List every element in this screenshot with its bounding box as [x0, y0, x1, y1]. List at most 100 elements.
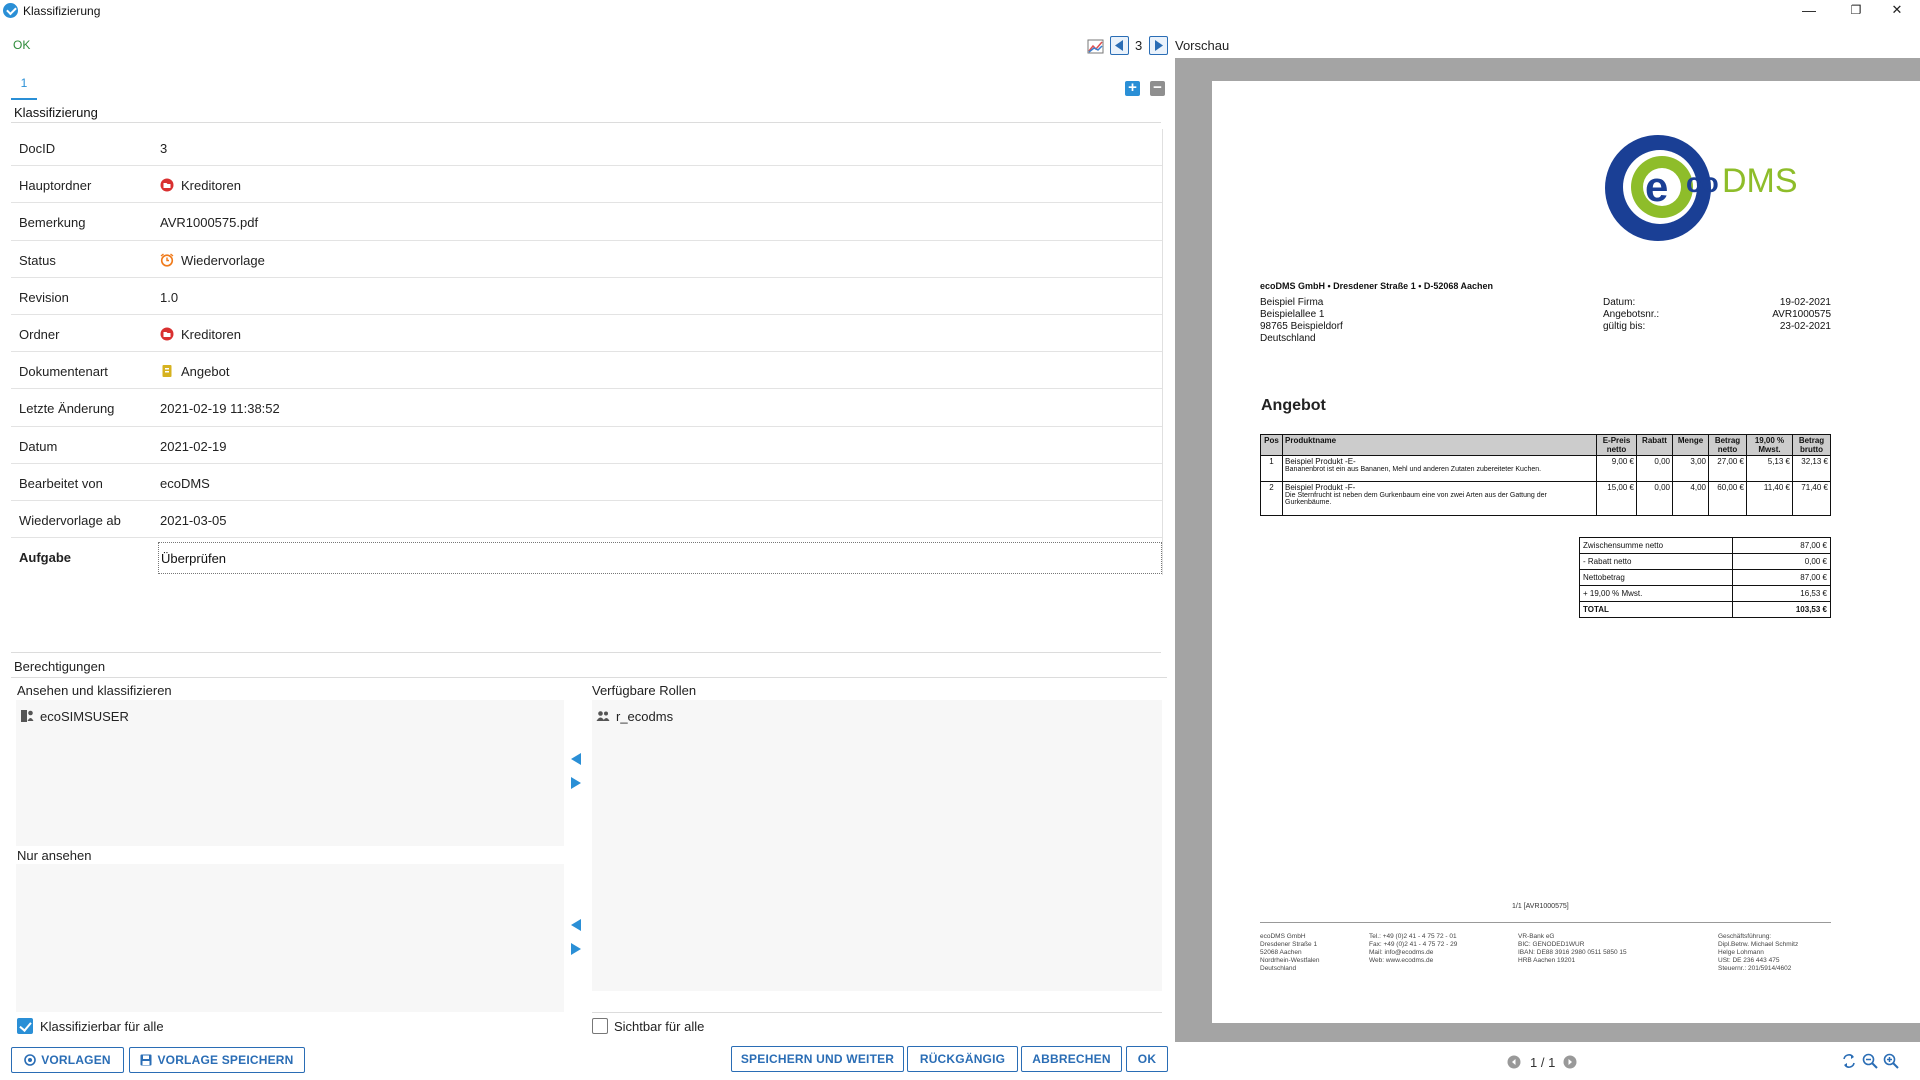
- field-label: Letzte Änderung: [19, 401, 115, 417]
- field-value[interactable]: 2021-02-19: [160, 439, 227, 454]
- footer-column: VR-Bank eG BIC: GENODED1WUR IBAN: DE88 3…: [1518, 933, 1627, 965]
- field-value-container[interactable]: Kreditoren: [160, 178, 241, 193]
- visible-all-label: Sichtbar für alle: [614, 1019, 705, 1034]
- document-heading: Angebot: [1261, 397, 1326, 414]
- footer-line: Web: www.ecodms.de: [1369, 957, 1434, 964]
- next-page-icon[interactable]: [1563, 1055, 1577, 1069]
- svg-text:e: e: [1645, 163, 1668, 210]
- meta-value: 19-02-2021: [1779, 297, 1831, 308]
- footer-divider: [1260, 922, 1831, 923]
- cell: 4,00: [1672, 481, 1709, 516]
- templates-button[interactable]: VORLAGEN: [11, 1047, 124, 1073]
- column-header: Betrag netto: [1708, 434, 1747, 456]
- field-label: Status: [19, 252, 56, 268]
- summary-key: TOTAL: [1579, 601, 1733, 618]
- chart-icon[interactable]: [1087, 38, 1104, 55]
- title-bar: Klassifizierung — ❐ ✕: [0, 0, 1920, 22]
- field-label: Bearbeitet von: [19, 475, 103, 491]
- previous-page-icon[interactable]: [1507, 1055, 1521, 1069]
- meta-key: Datum:: [1603, 297, 1636, 308]
- field-value[interactable]: 3: [160, 141, 167, 156]
- items-table: Pos Produktname E-Preis netto Rabatt Men…: [1260, 434, 1831, 516]
- field-value[interactable]: 2021-02-19 11:38:52: [160, 401, 280, 416]
- move-left-arrow-icon[interactable]: [570, 752, 582, 766]
- available-roles-list[interactable]: [592, 700, 1162, 991]
- product-name: Beispiel Produkt -E-: [1285, 457, 1356, 466]
- save-and-next-button[interactable]: SPEICHERN UND WEITER: [731, 1046, 904, 1072]
- footer-column: Geschäftsführung: Dipl.Betrw. Michael Sc…: [1718, 933, 1798, 973]
- save-template-button[interactable]: VORLAGE SPEICHERN: [129, 1047, 305, 1073]
- save-icon: [140, 1054, 152, 1066]
- next-document-button[interactable]: [1149, 36, 1168, 55]
- field-value[interactable]: 2021-03-05: [160, 513, 227, 528]
- footer-line: Dipl.Betrw. Michael Schmitz: [1718, 941, 1799, 948]
- cell: Beispiel Produkt -F- Die Sternfrucht ist …: [1282, 481, 1597, 516]
- document-number: 3: [1135, 38, 1143, 53]
- field-value-container[interactable]: Kreditoren: [160, 327, 241, 342]
- arrow-left-icon: [1115, 40, 1123, 51]
- task-input[interactable]: [158, 542, 1162, 575]
- field-row-bearbeitet-von: Bearbeitet von ecoDMS: [11, 464, 1163, 501]
- footer-line: Deutschland: [1260, 965, 1297, 972]
- cell: 3,00: [1672, 455, 1709, 482]
- list-item-label: r_ecodms: [616, 709, 674, 724]
- expand-all-icon[interactable]: +: [1125, 80, 1140, 96]
- zoom-out-icon[interactable]: [1862, 1053, 1878, 1069]
- list-item[interactable]: r_ecodms: [596, 709, 673, 724]
- field-value[interactable]: AVR1000575.pdf: [160, 215, 258, 230]
- folder-red-icon: [160, 178, 174, 192]
- summary-key: - Rabatt netto: [1579, 553, 1733, 570]
- zoom-in-icon[interactable]: [1883, 1053, 1899, 1069]
- field-value-container[interactable]: Wiedervorlage: [160, 253, 265, 268]
- field-row-dokumentenart: Dokumentenart Angebot: [11, 352, 1163, 390]
- fit-page-icon[interactable]: [1841, 1053, 1857, 1069]
- users-icon: [596, 711, 610, 721]
- close-button[interactable]: ✕: [1874, 0, 1920, 22]
- footer-line: HRB Aachen 19201: [1518, 957, 1576, 964]
- field-label: Datum: [19, 438, 58, 454]
- summary-key: + 19,00 % Mwst.: [1579, 585, 1733, 602]
- field-value-container[interactable]: Angebot: [160, 364, 229, 379]
- restore-button[interactable]: ❐: [1833, 0, 1879, 22]
- move-right-arrow-icon[interactable]: [570, 942, 582, 956]
- cancel-button[interactable]: ABBRECHEN: [1021, 1046, 1122, 1072]
- product-desc: Bananenbrot ist ein aus Bananen, Mehl un…: [1285, 466, 1542, 473]
- field-value[interactable]: ecoDMS: [160, 476, 210, 491]
- summary-row: TOTAL 103,53 €: [1579, 601, 1831, 618]
- list-item[interactable]: ecoSIMSUSER: [20, 709, 129, 724]
- recipient-line: 98765 Beispieldorf: [1260, 321, 1343, 332]
- summary-row: Nettobetrag 87,00 €: [1579, 569, 1831, 586]
- column-header: Menge: [1672, 434, 1709, 456]
- svg-text:co: co: [1686, 167, 1719, 198]
- ok-button[interactable]: OK: [1126, 1046, 1168, 1072]
- undo-button[interactable]: RÜCKGÄNGIG: [907, 1046, 1018, 1072]
- cell: 1: [1260, 455, 1283, 482]
- footer-line: Dresdener Straße 1: [1260, 941, 1318, 948]
- app-icon: [3, 3, 18, 18]
- sender-line: ecoDMS GmbH • Dresdener Straße 1 • D-520…: [1260, 281, 1494, 291]
- cell: 5,13 €: [1746, 455, 1793, 482]
- cell: 0,00: [1636, 481, 1673, 516]
- recipient-line: Beispiel Firma: [1260, 297, 1324, 308]
- table-header-row: Pos Produktname E-Preis netto Rabatt Men…: [1260, 434, 1831, 456]
- collapse-all-icon[interactable]: −: [1150, 80, 1165, 96]
- field-value[interactable]: 1.0: [160, 290, 178, 305]
- view-only-list[interactable]: [16, 864, 564, 1012]
- visible-all-checkbox[interactable]: [592, 1018, 608, 1034]
- ecodms-logo: e co DMS: [1605, 135, 1798, 241]
- field-row-ordner: Ordner Kreditoren: [11, 315, 1163, 353]
- column-header: Rabatt: [1636, 434, 1673, 456]
- move-left-arrow-icon[interactable]: [570, 918, 582, 932]
- field-row-docid: DocID 3: [11, 129, 1163, 167]
- alarm-clock-icon: [160, 253, 174, 267]
- move-right-arrow-icon[interactable]: [570, 776, 582, 790]
- minimize-button[interactable]: —: [1786, 0, 1832, 22]
- tab-1[interactable]: 1: [11, 74, 37, 100]
- view-classify-label: Ansehen und klassifizieren: [17, 683, 172, 698]
- field-row-letzte-aenderung: Letzte Änderung 2021-02-19 11:38:52: [11, 389, 1163, 427]
- classifiable-all-checkbox[interactable]: [17, 1018, 33, 1034]
- previous-document-button[interactable]: [1110, 36, 1129, 55]
- summary-row: Zwischensumme netto 87,00 €: [1579, 537, 1831, 554]
- form-right-border: [1162, 129, 1163, 575]
- meta-key: gültig bis:: [1603, 321, 1646, 332]
